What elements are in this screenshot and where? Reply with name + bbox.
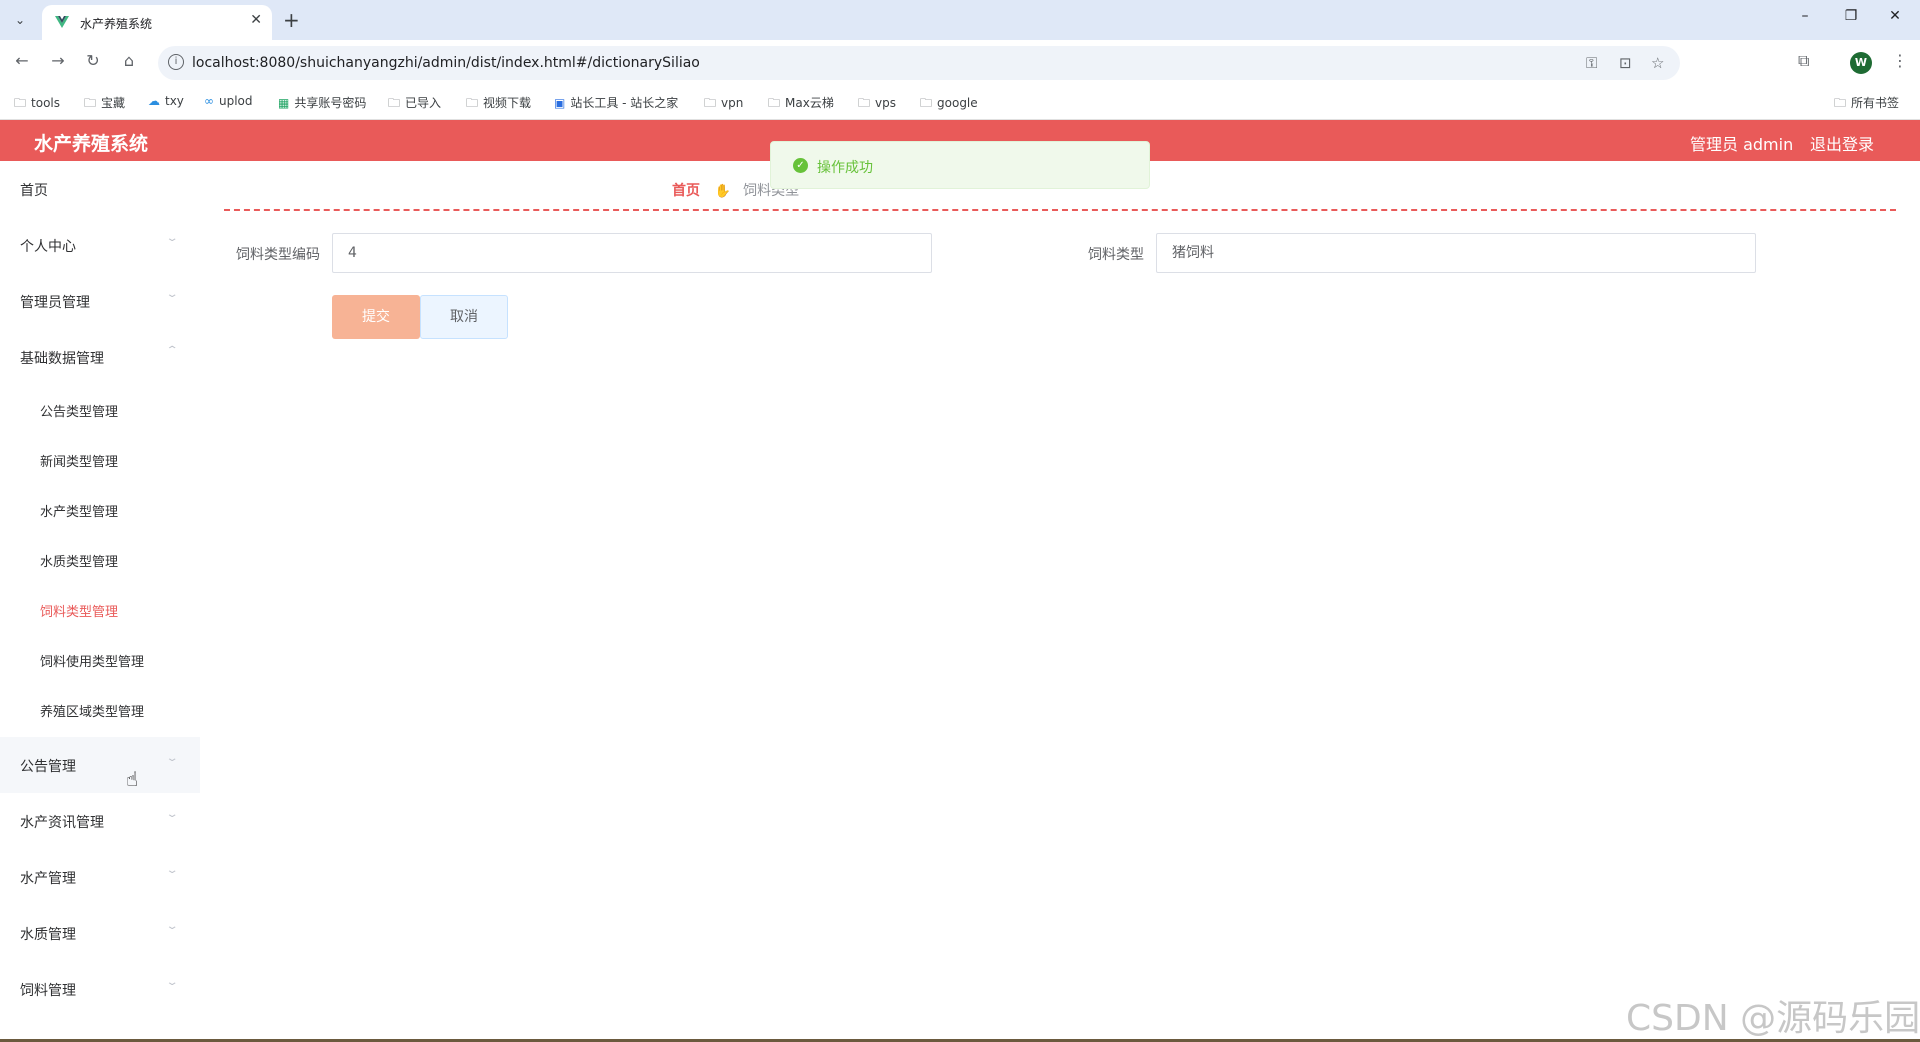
bookmark-txy[interactable]: ☁ txy [148, 94, 184, 108]
profile-avatar[interactable]: W [1850, 52, 1872, 74]
folder-icon: 🗀 [466, 96, 479, 110]
folder-icon: 🗀 [858, 96, 871, 110]
feed-type-input[interactable]: 猪饲料 [1156, 233, 1756, 273]
link-icon: ∞ [204, 94, 214, 108]
bookmark-chinaz[interactable]: ▣ 站长工具 - 站长之家 [554, 94, 678, 111]
browser-tab[interactable]: 水产养殖系统 ✕ [42, 5, 272, 40]
bookmark-vps[interactable]: 🗀 vps [858, 94, 896, 115]
app-title: 水产养殖系统 [34, 133, 149, 155]
sidebar-item-basic-data[interactable]: 基础数据管理 ⌃ [0, 329, 200, 385]
sidebar-item-aquatic-management[interactable]: 水产管理 ⌄ [0, 849, 200, 905]
sidebar-subitem-feed-type[interactable]: 饲料类型管理 [0, 585, 200, 635]
url-text[interactable]: localhost:8080/shuichanyangzhi/admin/dis… [192, 55, 700, 71]
bookmark-imported[interactable]: 🗀 已导入 [388, 94, 441, 115]
bookmark-shared-accounts[interactable]: ▦ 共享账号密码 [278, 94, 366, 111]
bookmark-baozang[interactable]: 🗀 宝藏 [84, 94, 125, 115]
home-icon[interactable]: ⌂ [117, 51, 141, 70]
sidebar-subitem-water-quality-type[interactable]: 水质类型管理 [0, 535, 200, 585]
submit-button[interactable]: 提交 [332, 295, 420, 339]
folder-icon: 🗀 [768, 96, 781, 110]
all-bookmarks[interactable]: 🗀 所有书签 [1834, 94, 1899, 115]
vue-logo-icon [55, 16, 69, 28]
sidebar-subitem-farm-area-type[interactable]: 养殖区域类型管理 [0, 685, 200, 735]
logout-link[interactable]: 退出登录 [1810, 131, 1874, 155]
chevron-down-icon: ⌄ [165, 809, 179, 820]
forward-icon[interactable]: → [46, 51, 70, 70]
feed-type-code-label: 饲料类型编码 [236, 247, 320, 263]
sidebar-item-personal-center[interactable]: 个人中心 ⌄ [0, 217, 200, 273]
sidebar-subitem-aquatic-type[interactable]: 水产类型管理 [0, 485, 200, 535]
folder-icon: 🗀 [1834, 96, 1847, 110]
reload-icon[interactable]: ↻ [81, 51, 105, 70]
bookmark-video-download[interactable]: 🗀 视频下载 [466, 94, 531, 115]
cloud-icon: ☁ [148, 94, 160, 108]
sidebar-subitem-feed-usage-type[interactable]: 饲料使用类型管理 [0, 635, 200, 685]
folder-icon: 🗀 [704, 96, 717, 110]
sidebar: 首页 个人中心 ⌄ 管理员管理 ⌄ 基础数据管理 ⌃ 公告类型管理 新闻类型管理… [0, 161, 200, 1042]
sidebar-subitem-notice-type[interactable]: 公告类型管理 [0, 385, 200, 435]
browser-tab-bar: ⌄ 水产养殖系统 ✕ + – ❐ ✕ [0, 0, 1920, 40]
site-icon: ▣ [554, 96, 566, 110]
folder-icon: 🗀 [388, 96, 401, 110]
chevron-down-icon: ⌄ [165, 977, 179, 988]
chevron-up-icon: ⌃ [165, 345, 179, 356]
sidebar-item-feed-management[interactable]: 饲料管理 ⌄ [0, 961, 200, 1017]
folder-icon: 🗀 [920, 96, 933, 110]
bookmark-google[interactable]: 🗀 google [920, 94, 978, 115]
screenshot-icon[interactable]: ⊡ [1619, 54, 1632, 72]
sidebar-item-notice-management[interactable]: 公告管理 ⌄ [0, 737, 200, 793]
bookmark-uplod[interactable]: ∞ uplod [204, 94, 253, 108]
sheet-icon: ▦ [278, 96, 290, 110]
breadcrumb-divider [224, 209, 1896, 211]
bookmark-vpn[interactable]: 🗀 vpn [704, 94, 743, 115]
bookmark-tools[interactable]: 🗀 tools [14, 94, 60, 115]
site-info-icon[interactable]: i [168, 54, 184, 70]
window-close-icon[interactable]: ✕ [1880, 8, 1910, 24]
feed-type-label: 饲料类型 [1088, 247, 1144, 263]
password-key-icon[interactable]: ⚿ [1586, 54, 1597, 72]
extensions-icon[interactable]: ⧉ [1798, 51, 1809, 71]
chevron-down-icon: ⌄ [165, 921, 179, 932]
bookmarks-bar: 🗀 tools 🗀 宝藏 ☁ txy ∞ uplod ▦ 共享账号密码 🗀 已导入 🗀 视频下… [0, 85, 1920, 120]
chevron-down-icon: ⌄ [165, 865, 179, 876]
bookmark-max-cloud[interactable]: 🗀 Max云梯 [768, 94, 834, 115]
bookmark-star-icon[interactable]: ☆ [1651, 54, 1664, 72]
feed-type-code-input[interactable]: 4 [332, 233, 932, 273]
breadcrumb-home[interactable]: 首页 [672, 183, 700, 199]
minimize-icon[interactable]: – [1790, 8, 1820, 24]
cancel-button[interactable]: 取消 [420, 295, 508, 339]
toast-message: 操作成功 [817, 160, 873, 176]
restore-icon[interactable]: ❐ [1836, 8, 1866, 24]
folder-icon: 🗀 [14, 96, 27, 110]
success-toast: ✓ 操作成功 [770, 141, 1150, 189]
sidebar-item-admin-management[interactable]: 管理员管理 ⌄ [0, 273, 200, 329]
more-menu-icon[interactable]: ⋮ [1892, 51, 1908, 70]
browser-toolbar: ← → ↻ ⌂ i localhost:8080/shuichanyangzhi… [0, 40, 1920, 85]
chevron-down-icon: ⌄ [165, 753, 179, 764]
tab-search-chevron-icon[interactable]: ⌄ [8, 9, 32, 31]
address-bar[interactable]: i localhost:8080/shuichanyangzhi/admin/d… [158, 46, 1680, 80]
current-user: 管理员 admin [1690, 135, 1794, 154]
hand-cursor-icon: ☝ [126, 767, 139, 791]
back-icon[interactable]: ← [10, 51, 34, 70]
sidebar-item-home[interactable]: 首页 [0, 161, 200, 217]
check-circle-icon: ✓ [793, 158, 808, 173]
tab-title: 水产养殖系统 [80, 17, 153, 31]
watermark: CSDN @源码乐园 [1626, 998, 1920, 1039]
sidebar-item-aquatic-news[interactable]: 水产资讯管理 ⌄ [0, 793, 200, 849]
folder-icon: 🗀 [84, 96, 97, 110]
hand-separator-icon: ✋ [714, 184, 731, 199]
chevron-down-icon: ⌄ [165, 233, 179, 244]
sidebar-item-water-quality[interactable]: 水质管理 ⌄ [0, 905, 200, 961]
new-tab-plus-icon[interactable]: + [283, 8, 300, 32]
sidebar-subitem-news-type[interactable]: 新闻类型管理 [0, 435, 200, 485]
tab-close-icon[interactable]: ✕ [250, 12, 262, 28]
chevron-down-icon: ⌄ [165, 289, 179, 300]
